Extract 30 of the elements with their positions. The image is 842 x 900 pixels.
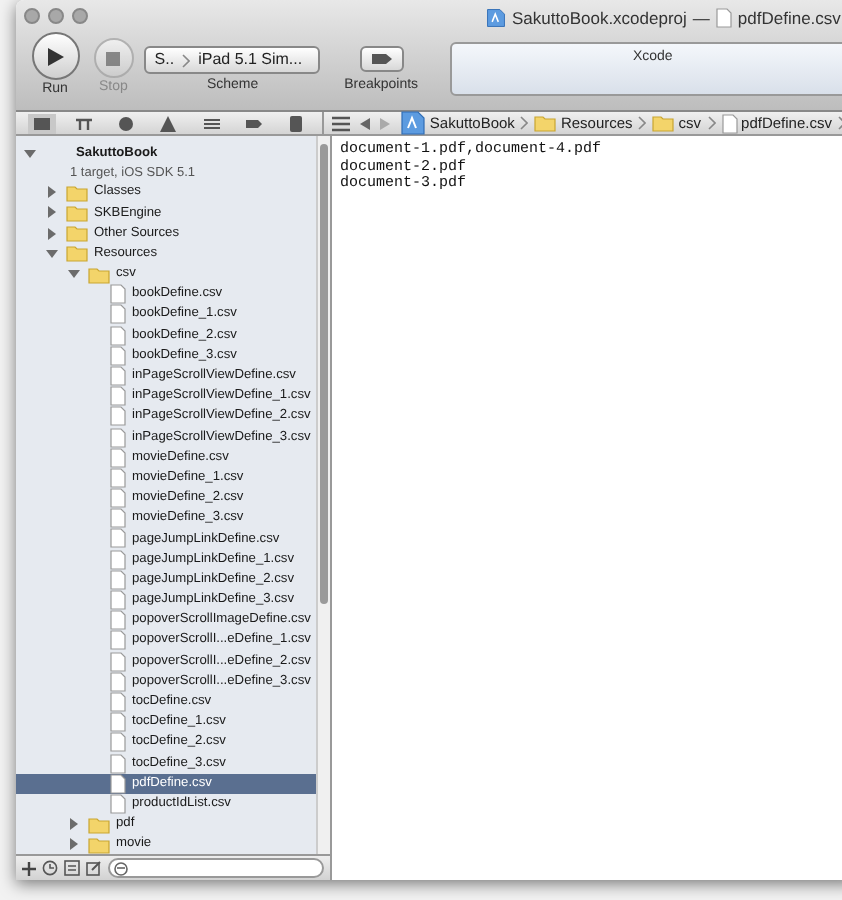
chevron-icon: [520, 116, 529, 130]
scheme-destination: iPad 5.1 Sim...: [198, 48, 303, 72]
project-icon: [399, 110, 426, 136]
document-icon: [715, 8, 732, 29]
stop-icon: [106, 51, 121, 65]
chevron-icon: [638, 116, 647, 130]
expanded-triangle-icon[interactable]: [24, 148, 36, 161]
scrollbar[interactable]: [316, 136, 330, 854]
chevron-icon: [707, 116, 716, 130]
play-icon: [47, 47, 64, 65]
file-title: pdfDefine.csv: [737, 6, 841, 32]
title-separator: —: [692, 6, 710, 32]
hierarchy-icon[interactable]: [73, 113, 94, 133]
scheme-target: S..: [154, 48, 175, 72]
project-icon: [486, 8, 506, 29]
breakpoints-button[interactable]: [359, 46, 404, 72]
chevron-icon: [182, 53, 191, 67]
window-title: SakuttoBook.xcodeproj: [512, 6, 687, 32]
edit-icon[interactable]: [86, 860, 102, 876]
run-button[interactable]: [31, 32, 80, 80]
add-icon[interactable]: [22, 861, 36, 875]
grid-icon[interactable]: [331, 115, 350, 131]
back-arrow-icon[interactable]: [359, 117, 370, 129]
scheme-popup[interactable]: S.. iPad 5.1 Sim...: [144, 46, 321, 74]
list-icon[interactable]: [201, 113, 222, 133]
box-icon[interactable]: [64, 860, 80, 876]
filter-icon: [114, 861, 128, 875]
clock-icon[interactable]: [42, 860, 58, 876]
filter-field[interactable]: [108, 858, 324, 878]
breakpoint-icon: [371, 54, 392, 64]
